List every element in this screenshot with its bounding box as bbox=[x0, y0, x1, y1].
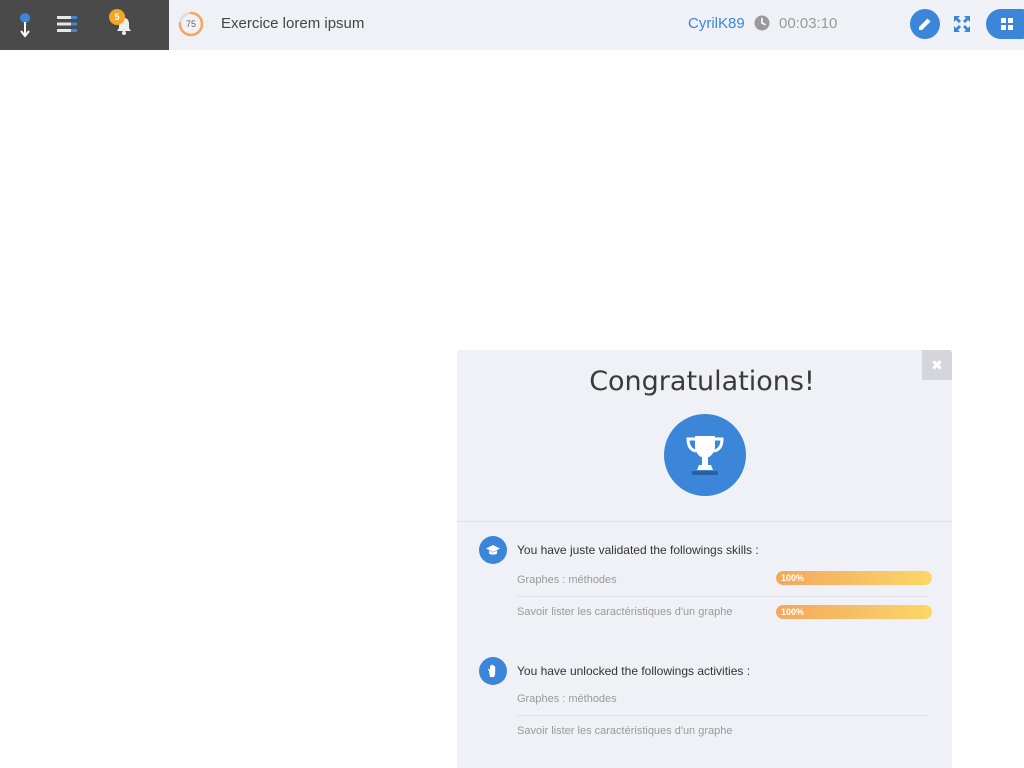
skill-progress-label: 100% bbox=[781, 607, 805, 617]
expand-icon[interactable] bbox=[952, 14, 972, 34]
activity-label: Graphes : méthodes bbox=[517, 693, 617, 705]
trophy-icon bbox=[686, 436, 724, 475]
grid-icon bbox=[1001, 18, 1013, 30]
pencil-icon bbox=[919, 18, 931, 30]
hand-icon bbox=[487, 664, 496, 677]
activities-section-icon bbox=[479, 657, 507, 685]
exercise-title: Exercice lorem ipsum bbox=[221, 15, 365, 32]
skill-progress-label: 100% bbox=[781, 573, 805, 583]
skill-label: Savoir lister les caractéristiques d'un … bbox=[517, 606, 733, 618]
edit-button[interactable] bbox=[910, 9, 940, 39]
username-link[interactable]: CyrilK89 bbox=[688, 15, 745, 32]
menu-icon[interactable] bbox=[57, 15, 77, 33]
trophy-badge bbox=[664, 414, 746, 496]
divider bbox=[457, 521, 952, 522]
modal-title: Congratulations! bbox=[589, 366, 815, 397]
activities-section-title: You have unlocked the followings activit… bbox=[517, 664, 751, 678]
row-separator bbox=[517, 596, 929, 597]
row-separator bbox=[517, 715, 929, 716]
clock-icon bbox=[754, 15, 770, 31]
pin-icon[interactable] bbox=[17, 12, 33, 38]
skills-section-title: You have juste validated the followings … bbox=[517, 543, 759, 557]
activity-label: Savoir lister les caractéristiques d'un … bbox=[517, 725, 733, 737]
skills-section-icon bbox=[479, 536, 507, 564]
congratulations-modal bbox=[457, 350, 952, 768]
skill-progress-bar: 100% bbox=[776, 571, 932, 585]
graduation-cap-icon bbox=[486, 545, 500, 555]
dashboard-button[interactable] bbox=[986, 9, 1024, 39]
notification-badge: 5 bbox=[109, 9, 125, 25]
skill-progress-bar: 100% bbox=[776, 605, 932, 619]
timer: 00:03:10 bbox=[779, 15, 838, 32]
progress-value: 75 bbox=[185, 19, 196, 29]
skill-label: Graphes : méthodes bbox=[517, 574, 617, 586]
top-bar bbox=[0, 0, 1024, 50]
